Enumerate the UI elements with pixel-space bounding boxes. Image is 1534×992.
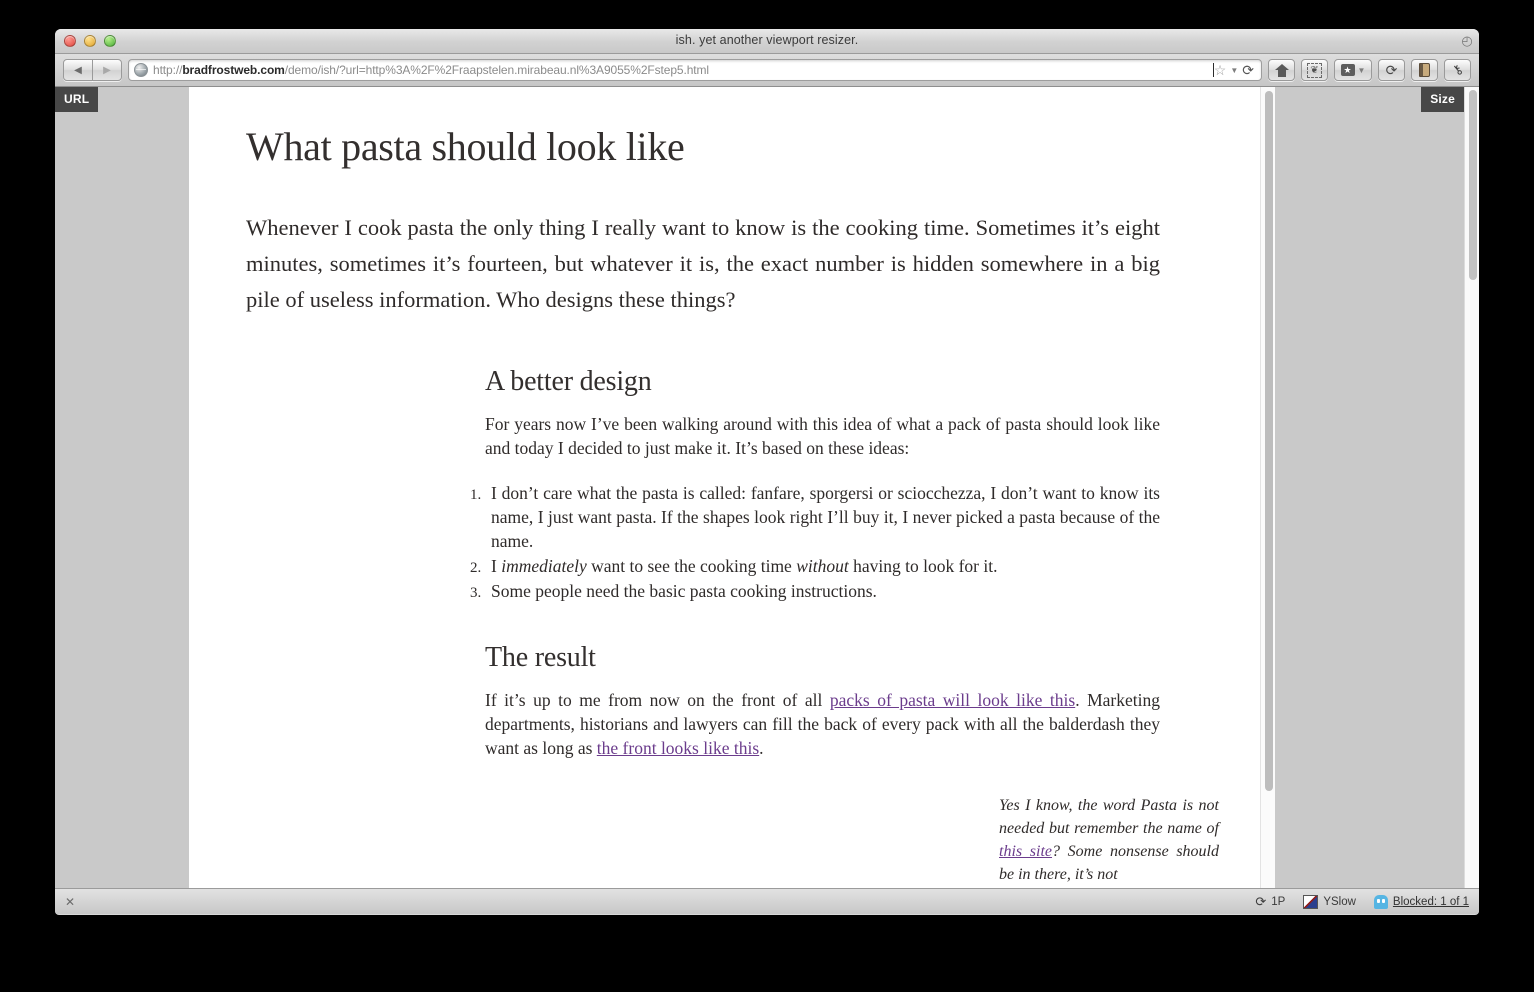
aside-note: Yes I know, the word Pasta is not needed… [999,795,1219,887]
sync-icon: ⟳ [1255,893,1267,909]
emphasis-text: immediately [501,555,587,576]
browser-toolbar: ◀ ▶ http://bradfrostweb.com/demo/ish/?ur… [55,54,1479,87]
yslow-icon [1303,894,1319,909]
section-result-paragraph: If it’s up to me from now on the front o… [485,689,1160,761]
status-item-onepassword[interactable]: ⟳ 1P [1255,894,1285,910]
reload-icon[interactable]: ⟳ [1242,62,1254,79]
page-title: What pasta should look like [246,124,685,169]
back-button[interactable]: ◀ [63,59,93,81]
ish-stage: URL Size What pasta should look like Whe… [55,87,1464,888]
bookmarks-menu-button[interactable]: ★ ▼ [1334,59,1372,81]
window-scrollbar[interactable] [1464,87,1479,888]
list-item: I immediately want to see the cooking ti… [485,555,1160,579]
section-a-better-design: A better design For years now I’ve been … [189,318,1260,461]
url-host: bradfrostweb.com [182,63,285,77]
text-run: I don’t care what the pasta is called: f… [491,482,1160,551]
evernote-clipper-button[interactable]: ❦ [1301,59,1328,81]
address-bar[interactable]: http://bradfrostweb.com/demo/ish/?url=ht… [128,59,1262,81]
back-arrow-icon: ◀ [74,64,82,76]
status-bar-items: ⟳ 1P YSlow Blocked: 1 of 1 [1255,894,1469,910]
section-heading-the-result: The result [485,641,596,673]
doc-link[interactable]: this site [999,843,1052,860]
forward-arrow-icon: ▶ [103,64,111,76]
star-box-icon: ★ [1340,64,1355,76]
window-title: ish. yet another viewport resizer. [675,33,859,47]
text-run: want to see the cooking time [586,555,797,576]
blocked-label: Blocked: 1 of 1 [1392,895,1469,908]
close-icon[interactable]: ✕ [65,895,75,909]
url-prefix: http:// [153,63,183,77]
globe-icon [134,63,148,77]
home-icon [1274,63,1289,77]
text-run: I [491,555,502,576]
text-run: If it’s up to me from now on the front o… [485,689,830,710]
preview-iframe: What pasta should look like Whenever I c… [189,87,1275,888]
key-icon: ⚷ [1448,60,1466,79]
fullscreen-icon[interactable]: ◴ [1460,34,1474,48]
iframe-scrollbar[interactable] [1260,87,1275,888]
text-run: Yes I know, the word Pasta is not needed… [999,797,1219,837]
doc-link[interactable]: the front looks like this [597,738,759,758]
text-run: . [759,737,764,758]
page-viewport: URL Size What pasta should look like Whe… [55,87,1479,888]
section-heading-better-design: A better design [485,365,652,397]
window-titlebar: ish. yet another viewport resizer. ◴ [55,29,1479,54]
address-bar-controls: ☆ ▼ ⟳ [1214,62,1257,79]
bookmark-star-icon[interactable]: ☆ [1214,62,1227,79]
forward-button[interactable]: ▶ [92,59,122,81]
url-text: http://bradfrostweb.com/demo/ish/?url=ht… [153,63,1212,77]
status-bar: ✕ ⟳ 1P YSlow Blocked: 1 of 1 [55,888,1479,914]
ghost-icon [1373,894,1388,909]
text-run: Some people need the basic pasta cooking… [491,580,877,601]
book-icon [1419,63,1430,77]
status-item-ghostery[interactable]: Blocked: 1 of 1 [1373,894,1469,909]
iframe-scrollbar-thumb[interactable] [1265,91,1273,791]
section-the-result: The result If it’s up to me from now on … [189,605,1260,761]
ideas-list: I don’t care what the pasta is called: f… [189,482,1260,604]
size-badge[interactable]: Size [1421,87,1464,112]
home-button[interactable] [1268,59,1295,81]
chevron-down-icon: ▼ [1357,65,1366,75]
chevron-down-icon[interactable]: ▼ [1230,66,1238,75]
window-scrollbar-thumb[interactable] [1469,90,1477,280]
toolbar-extensions: ❦ ★ ▼ ⟳ ⚷ [1268,59,1471,81]
emphasis-text: without [796,555,849,576]
reading-list-button[interactable] [1411,59,1438,81]
yslow-label: YSlow [1323,895,1356,908]
sync-button[interactable]: ⟳ [1378,59,1405,81]
list-item: I don’t care what the pasta is called: f… [485,482,1160,554]
url-badge[interactable]: URL [55,87,99,112]
browser-window: ish. yet another viewport resizer. ◴ ◀ ▶… [55,29,1479,915]
password-manager-button[interactable]: ⚷ [1444,59,1471,81]
intro-paragraph: Whenever I cook pasta the only thing I r… [246,214,1160,312]
section-better-paragraph: For years now I’ve been walking around w… [485,413,1160,458]
navigation-buttons: ◀ ▶ [63,59,122,81]
sync-icon: ⟳ [1385,61,1398,78]
status-item-yslow[interactable]: YSlow [1303,894,1356,909]
url-suffix: /demo/ish/?url=http%3A%2F%2Fraapstelen.m… [284,63,709,77]
document-content: What pasta should look like Whenever I c… [189,87,1260,882]
list-item: Some people need the basic pasta cooking… [485,580,1160,604]
elephant-clip-icon: ❦ [1307,62,1322,78]
doc-link[interactable]: packs of pasta will look like this [830,690,1075,710]
text-run: having to look for it. [848,555,998,576]
onepassword-label: 1P [1271,895,1286,908]
